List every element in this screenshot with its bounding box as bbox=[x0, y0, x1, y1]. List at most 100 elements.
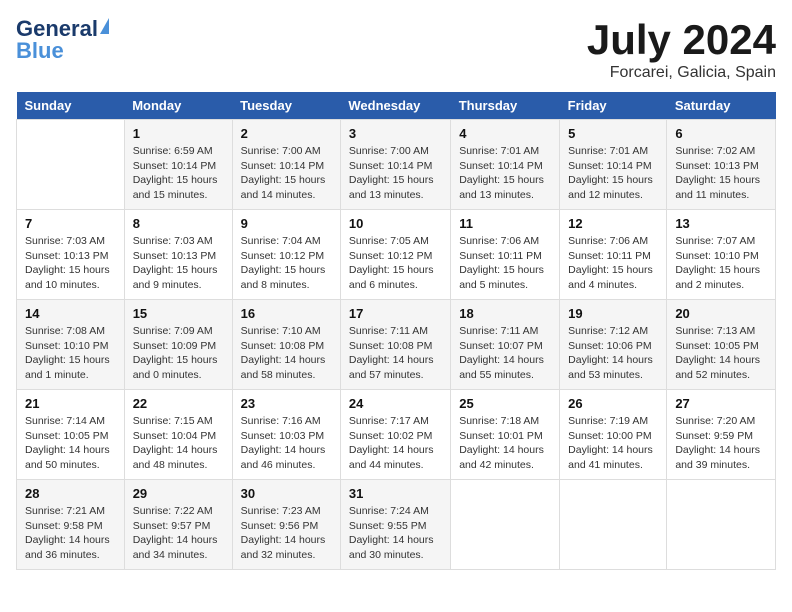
day-number: 20 bbox=[675, 306, 767, 321]
day-info: Sunrise: 7:01 AMSunset: 10:14 PMDaylight… bbox=[459, 144, 551, 203]
calendar-cell bbox=[667, 480, 776, 570]
calendar-cell: 27Sunrise: 7:20 AMSunset: 9:59 PMDayligh… bbox=[667, 390, 776, 480]
day-number: 11 bbox=[459, 216, 551, 231]
logo: General Blue bbox=[16, 16, 111, 64]
calendar-cell: 6Sunrise: 7:02 AMSunset: 10:13 PMDayligh… bbox=[667, 120, 776, 210]
calendar-cell: 23 Sunrise: 7:16 AMSunset: 10:03 PMDaylig… bbox=[232, 390, 340, 480]
day-info: Sunrise: 7:13 AMSunset: 10:05 PMDaylight… bbox=[675, 324, 767, 383]
calendar-table: SundayMondayTuesdayWednesdayThursdayFrid… bbox=[16, 92, 776, 570]
calendar-cell: 5Sunrise: 7:01 AMSunset: 10:14 PMDayligh… bbox=[560, 120, 667, 210]
calendar-week-3: 14 Sunrise: 7:08 AMSunset: 10:10 PMDaylig… bbox=[17, 300, 776, 390]
day-number: 7 bbox=[25, 216, 116, 231]
day-number: 8 bbox=[133, 216, 224, 231]
day-number: 14 bbox=[25, 306, 116, 321]
calendar-week-5: 28 Sunrise: 7:21 AMSunset: 9:58 PMDayligh… bbox=[17, 480, 776, 570]
calendar-cell: 12 Sunrise: 7:06 AMSunset: 10:11 PMDaylig… bbox=[560, 210, 667, 300]
calendar-cell bbox=[451, 480, 560, 570]
day-number: 3 bbox=[349, 126, 442, 141]
calendar-cell: 13 Sunrise: 7:07 AMSunset: 10:10 PMDaylig… bbox=[667, 210, 776, 300]
calendar-header-row: SundayMondayTuesdayWednesdayThursdayFrid… bbox=[17, 92, 776, 120]
day-info: Sunrise: 7:07 AMSunset: 10:10 PMDaylight… bbox=[675, 234, 767, 293]
day-info: Sunrise: 7:24 AMSunset: 9:55 PMDaylight:… bbox=[349, 504, 442, 563]
day-info: Sunrise: 7:17 AMSunset: 10:02 PMDaylight… bbox=[349, 414, 442, 473]
day-info: Sunrise: 7:11 AMSunset: 10:08 PMDaylight… bbox=[349, 324, 442, 383]
calendar-cell: 16 Sunrise: 7:10 AMSunset: 10:08 PMDaylig… bbox=[232, 300, 340, 390]
calendar-cell: 30Sunrise: 7:23 AMSunset: 9:56 PMDayligh… bbox=[232, 480, 340, 570]
day-info: Sunrise: 7:05 AMSunset: 10:12 PMDaylight… bbox=[349, 234, 442, 293]
location: Forcarei, Galicia, Spain bbox=[587, 64, 776, 82]
month-title: July 2024 bbox=[587, 16, 776, 64]
day-number: 19 bbox=[568, 306, 658, 321]
calendar-cell: 17 Sunrise: 7:11 AMSunset: 10:08 PMDaylig… bbox=[340, 300, 450, 390]
day-number: 10 bbox=[349, 216, 442, 231]
day-number: 16 bbox=[241, 306, 332, 321]
calendar-cell: 21Sunrise: 7:14 AMSunset: 10:05 PMDaylig… bbox=[17, 390, 125, 480]
day-info: Sunrise: 7:08 AMSunset: 10:10 PMDaylight… bbox=[25, 324, 116, 383]
calendar-cell: 25Sunrise: 7:18 AMSunset: 10:01 PMDaylig… bbox=[451, 390, 560, 480]
day-info: Sunrise: 7:10 AMSunset: 10:08 PMDaylight… bbox=[241, 324, 332, 383]
day-info: Sunrise: 7:00 AMSunset: 10:14 PMDaylight… bbox=[241, 144, 332, 203]
day-info: Sunrise: 7:04 AMSunset: 10:12 PMDaylight… bbox=[241, 234, 332, 293]
day-info: Sunrise: 7:00 AMSunset: 10:14 PMDaylight… bbox=[349, 144, 442, 203]
day-info: Sunrise: 7:06 AMSunset: 10:11 PMDaylight… bbox=[568, 234, 658, 293]
calendar-cell: 2 Sunrise: 7:00 AMSunset: 10:14 PMDayligh… bbox=[232, 120, 340, 210]
day-info: Sunrise: 7:16 AMSunset: 10:03 PMDaylight… bbox=[241, 414, 332, 473]
calendar-cell: 29Sunrise: 7:22 AMSunset: 9:57 PMDayligh… bbox=[124, 480, 232, 570]
day-number: 28 bbox=[25, 486, 116, 501]
day-number: 17 bbox=[349, 306, 442, 321]
calendar-cell: 20 Sunrise: 7:13 AMSunset: 10:05 PMDaylig… bbox=[667, 300, 776, 390]
day-info: Sunrise: 7:09 AMSunset: 10:09 PMDaylight… bbox=[133, 324, 224, 383]
day-info: Sunrise: 7:12 AMSunset: 10:06 PMDaylight… bbox=[568, 324, 658, 383]
calendar-cell bbox=[17, 120, 125, 210]
day-number: 13 bbox=[675, 216, 767, 231]
col-header-wednesday: Wednesday bbox=[340, 92, 450, 120]
day-info: Sunrise: 7:03 AMSunset: 10:13 PMDaylight… bbox=[25, 234, 116, 293]
calendar-cell: 8 Sunrise: 7:03 AMSunset: 10:13 PMDayligh… bbox=[124, 210, 232, 300]
logo-triangle-icon bbox=[100, 18, 109, 34]
day-info: Sunrise: 7:20 AMSunset: 9:59 PMDaylight:… bbox=[675, 414, 767, 473]
day-info: Sunrise: 7:22 AMSunset: 9:57 PMDaylight:… bbox=[133, 504, 224, 563]
page-header: General Blue July 2024 Forcarei, Galicia… bbox=[16, 16, 776, 82]
calendar-cell: 15 Sunrise: 7:09 AMSunset: 10:09 PMDaylig… bbox=[124, 300, 232, 390]
calendar-cell: 1 Sunrise: 6:59 AMSunset: 10:14 PMDayligh… bbox=[124, 120, 232, 210]
col-header-sunday: Sunday bbox=[17, 92, 125, 120]
col-header-saturday: Saturday bbox=[667, 92, 776, 120]
day-info: Sunrise: 6:59 AMSunset: 10:14 PMDaylight… bbox=[133, 144, 224, 203]
day-number: 21 bbox=[25, 396, 116, 411]
day-number: 18 bbox=[459, 306, 551, 321]
day-number: 1 bbox=[133, 126, 224, 141]
day-info: Sunrise: 7:21 AMSunset: 9:58 PMDaylight:… bbox=[25, 504, 116, 563]
calendar-cell: 14 Sunrise: 7:08 AMSunset: 10:10 PMDaylig… bbox=[17, 300, 125, 390]
day-number: 9 bbox=[241, 216, 332, 231]
day-number: 30 bbox=[241, 486, 332, 501]
day-info: Sunrise: 7:11 AMSunset: 10:07 PMDaylight… bbox=[459, 324, 551, 383]
day-number: 26 bbox=[568, 396, 658, 411]
day-info: Sunrise: 7:02 AMSunset: 10:13 PMDaylight… bbox=[675, 144, 767, 203]
day-number: 4 bbox=[459, 126, 551, 141]
calendar-week-2: 7 Sunrise: 7:03 AMSunset: 10:13 PMDayligh… bbox=[17, 210, 776, 300]
calendar-cell: 31Sunrise: 7:24 AMSunset: 9:55 PMDayligh… bbox=[340, 480, 450, 570]
day-number: 24 bbox=[349, 396, 442, 411]
calendar-cell: 28 Sunrise: 7:21 AMSunset: 9:58 PMDayligh… bbox=[17, 480, 125, 570]
logo-blue: Blue bbox=[16, 38, 64, 64]
col-header-friday: Friday bbox=[560, 92, 667, 120]
calendar-cell: 11Sunrise: 7:06 AMSunset: 10:11 PMDaylig… bbox=[451, 210, 560, 300]
day-number: 23 bbox=[241, 396, 332, 411]
calendar-cell: 22 Sunrise: 7:15 AMSunset: 10:04 PMDaylig… bbox=[124, 390, 232, 480]
day-number: 22 bbox=[133, 396, 224, 411]
day-info: Sunrise: 7:03 AMSunset: 10:13 PMDaylight… bbox=[133, 234, 224, 293]
calendar-cell bbox=[560, 480, 667, 570]
day-number: 5 bbox=[568, 126, 658, 141]
calendar-cell: 26 Sunrise: 7:19 AMSunset: 10:00 PMDaylig… bbox=[560, 390, 667, 480]
day-number: 12 bbox=[568, 216, 658, 231]
calendar-cell: 4 Sunrise: 7:01 AMSunset: 10:14 PMDayligh… bbox=[451, 120, 560, 210]
calendar-week-1: 1 Sunrise: 6:59 AMSunset: 10:14 PMDayligh… bbox=[17, 120, 776, 210]
day-number: 2 bbox=[241, 126, 332, 141]
day-info: Sunrise: 7:19 AMSunset: 10:00 PMDaylight… bbox=[568, 414, 658, 473]
day-info: Sunrise: 7:15 AMSunset: 10:04 PMDaylight… bbox=[133, 414, 224, 473]
calendar-cell: 19 Sunrise: 7:12 AMSunset: 10:06 PMDaylig… bbox=[560, 300, 667, 390]
day-number: 15 bbox=[133, 306, 224, 321]
col-header-thursday: Thursday bbox=[451, 92, 560, 120]
calendar-cell: 3 Sunrise: 7:00 AMSunset: 10:14 PMDayligh… bbox=[340, 120, 450, 210]
title-section: July 2024 Forcarei, Galicia, Spain bbox=[587, 16, 776, 82]
